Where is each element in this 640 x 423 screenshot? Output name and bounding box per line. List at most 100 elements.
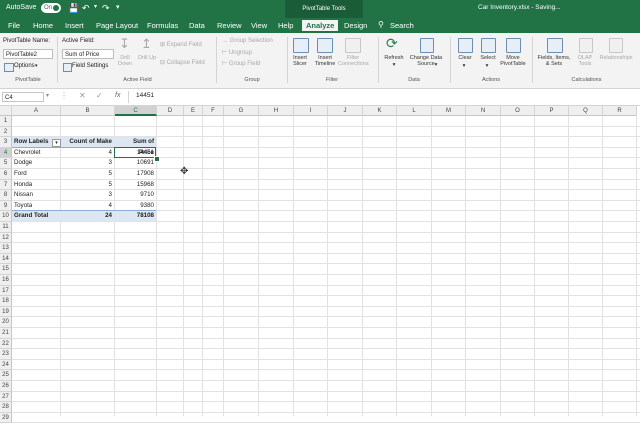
undo-icon[interactable]: ↶: [82, 3, 90, 14]
tab-file[interactable]: File: [8, 21, 20, 30]
row-header[interactable]: 12: [0, 232, 12, 244]
column-header[interactable]: N: [466, 106, 501, 116]
search-icon[interactable]: ⚲: [378, 20, 384, 29]
change-data-source-button[interactable]: Change Data Source: [406, 55, 446, 67]
row-header[interactable]: 28: [0, 402, 12, 413]
row-header[interactable]: 23: [0, 349, 12, 360]
clear-dropdown-icon[interactable]: ▾: [461, 63, 467, 69]
row-header[interactable]: 29: [0, 412, 12, 423]
column-header[interactable]: A: [12, 106, 61, 116]
tab-page-layout[interactable]: Page Layout: [96, 21, 138, 30]
column-header[interactable]: Q: [569, 106, 603, 116]
row-header[interactable]: 7: [0, 179, 12, 191]
collapse-field-button[interactable]: ⊟ Collapse Field: [160, 59, 205, 66]
row-header[interactable]: 22: [0, 338, 12, 350]
row-header[interactable]: 19: [0, 306, 12, 318]
column-header[interactable]: C: [115, 106, 157, 116]
row-header[interactable]: 14: [0, 253, 12, 265]
insert-timeline-button[interactable]: Insert Timeline: [312, 55, 338, 67]
column-header[interactable]: L: [397, 106, 432, 116]
fill-handle[interactable]: [154, 156, 160, 163]
field-settings-button[interactable]: Field Settings: [72, 63, 108, 69]
insert-function-button[interactable]: fx: [115, 92, 120, 99]
fields-items-sets-button[interactable]: Fields, Items, & Sets: [536, 55, 572, 67]
row-header[interactable]: 3: [0, 137, 12, 148]
column-header[interactable]: I: [294, 106, 328, 116]
column-header[interactable]: F: [203, 106, 224, 116]
tab-analyze[interactable]: Analyze: [302, 20, 339, 33]
tab-formulas[interactable]: Formulas: [147, 21, 178, 30]
undo-dropdown-icon[interactable]: ▾: [94, 3, 97, 10]
pivot-row-count[interactable]: 3: [63, 158, 112, 169]
row-header[interactable]: 15: [0, 264, 12, 275]
name-box-dropdown-icon[interactable]: ▾: [46, 92, 49, 99]
pivot-row-count[interactable]: 4: [63, 201, 112, 212]
select-button[interactable]: Select: [477, 55, 499, 61]
row-header[interactable]: 26: [0, 381, 12, 392]
select-dropdown-icon[interactable]: ▾: [484, 63, 490, 69]
pivot-row-label[interactable]: Nissan: [14, 190, 58, 201]
row-header[interactable]: 17: [0, 285, 12, 297]
redo-icon[interactable]: ↷: [102, 3, 110, 14]
column-header[interactable]: H: [259, 106, 294, 116]
autosave-toggle[interactable]: On: [41, 3, 61, 13]
pivottable-name-input[interactable]: PivotTable2: [3, 49, 53, 59]
group-selection-button[interactable]: → Group Selection: [222, 38, 273, 44]
row-header[interactable]: 24: [0, 359, 12, 371]
column-header[interactable]: O: [501, 106, 535, 116]
pivot-row-label[interactable]: Toyota: [14, 201, 58, 212]
worksheet-grid[interactable]: A B C D E F G H I J K L M N O P Q R 1 2 3 4 5 6 7 8 9 10 11 12 13 14 15 1…: [0, 106, 640, 423]
row-header[interactable]: 11: [0, 222, 12, 233]
tab-home[interactable]: Home: [33, 21, 53, 30]
column-header[interactable]: M: [432, 106, 466, 116]
row-header[interactable]: 8: [0, 190, 12, 201]
row-header[interactable]: 1: [0, 116, 12, 127]
tab-design[interactable]: Design: [344, 21, 367, 30]
tab-data[interactable]: Data: [189, 21, 205, 30]
select-all-corner[interactable]: [0, 106, 12, 116]
drill-up-button[interactable]: Drill Up: [136, 55, 158, 61]
column-header[interactable]: J: [328, 106, 363, 116]
column-header[interactable]: K: [363, 106, 397, 116]
row-header[interactable]: 4: [0, 147, 12, 159]
column-header[interactable]: E: [184, 106, 203, 116]
ungroup-button[interactable]: ⊢ Ungroup: [222, 49, 252, 56]
pivot-row-sum[interactable]: 10691: [117, 158, 154, 169]
row-header[interactable]: 6: [0, 169, 12, 180]
tab-help[interactable]: Help: [278, 21, 293, 30]
options-button[interactable]: Options: [14, 63, 35, 69]
save-icon[interactable]: 💾: [68, 3, 79, 14]
row-header[interactable]: 20: [0, 317, 12, 328]
column-header[interactable]: D: [157, 106, 184, 116]
active-field-input[interactable]: Sum of Price: [62, 49, 114, 59]
clear-button[interactable]: Clear: [454, 55, 476, 61]
row-header[interactable]: 16: [0, 275, 12, 286]
pivot-row-count[interactable]: 5: [63, 169, 112, 180]
tab-insert[interactable]: Insert: [65, 21, 84, 30]
row-header[interactable]: 25: [0, 370, 12, 381]
column-header[interactable]: G: [224, 106, 259, 116]
relationships-button[interactable]: Relationships: [596, 55, 636, 61]
column-header[interactable]: P: [535, 106, 569, 116]
search-box[interactable]: Search: [390, 21, 414, 30]
drill-down-button[interactable]: Drill Down: [114, 55, 136, 67]
move-pivottable-button[interactable]: Move PivotTable: [498, 55, 528, 67]
customize-toolbar-icon[interactable]: ▾: [116, 3, 120, 11]
pivot-row-count[interactable]: 4: [63, 148, 112, 159]
tab-review[interactable]: Review: [217, 21, 242, 30]
pivot-row-count[interactable]: 3: [63, 190, 112, 201]
expand-field-button[interactable]: ⊞ Expand Field: [160, 41, 202, 48]
refresh-dropdown-icon[interactable]: ▾: [391, 62, 397, 68]
filter-dropdown-icon[interactable]: ▾: [52, 139, 61, 148]
column-header[interactable]: R: [603, 106, 637, 116]
pivot-grand-total-count[interactable]: 24: [63, 211, 112, 222]
pivot-row-count[interactable]: 5: [63, 180, 112, 191]
options-dropdown-icon[interactable]: ▾: [35, 63, 38, 69]
pivot-grand-total-label[interactable]: Grand Total: [14, 211, 58, 222]
row-header[interactable]: 18: [0, 296, 12, 307]
cancel-icon[interactable]: ✕: [79, 91, 86, 100]
row-header[interactable]: 21: [0, 328, 12, 339]
pivot-row-sum[interactable]: 9380: [117, 201, 154, 212]
pivot-row-sum[interactable]: 15968: [117, 180, 154, 191]
pivot-row-label[interactable]: Chevrolet: [14, 148, 58, 159]
